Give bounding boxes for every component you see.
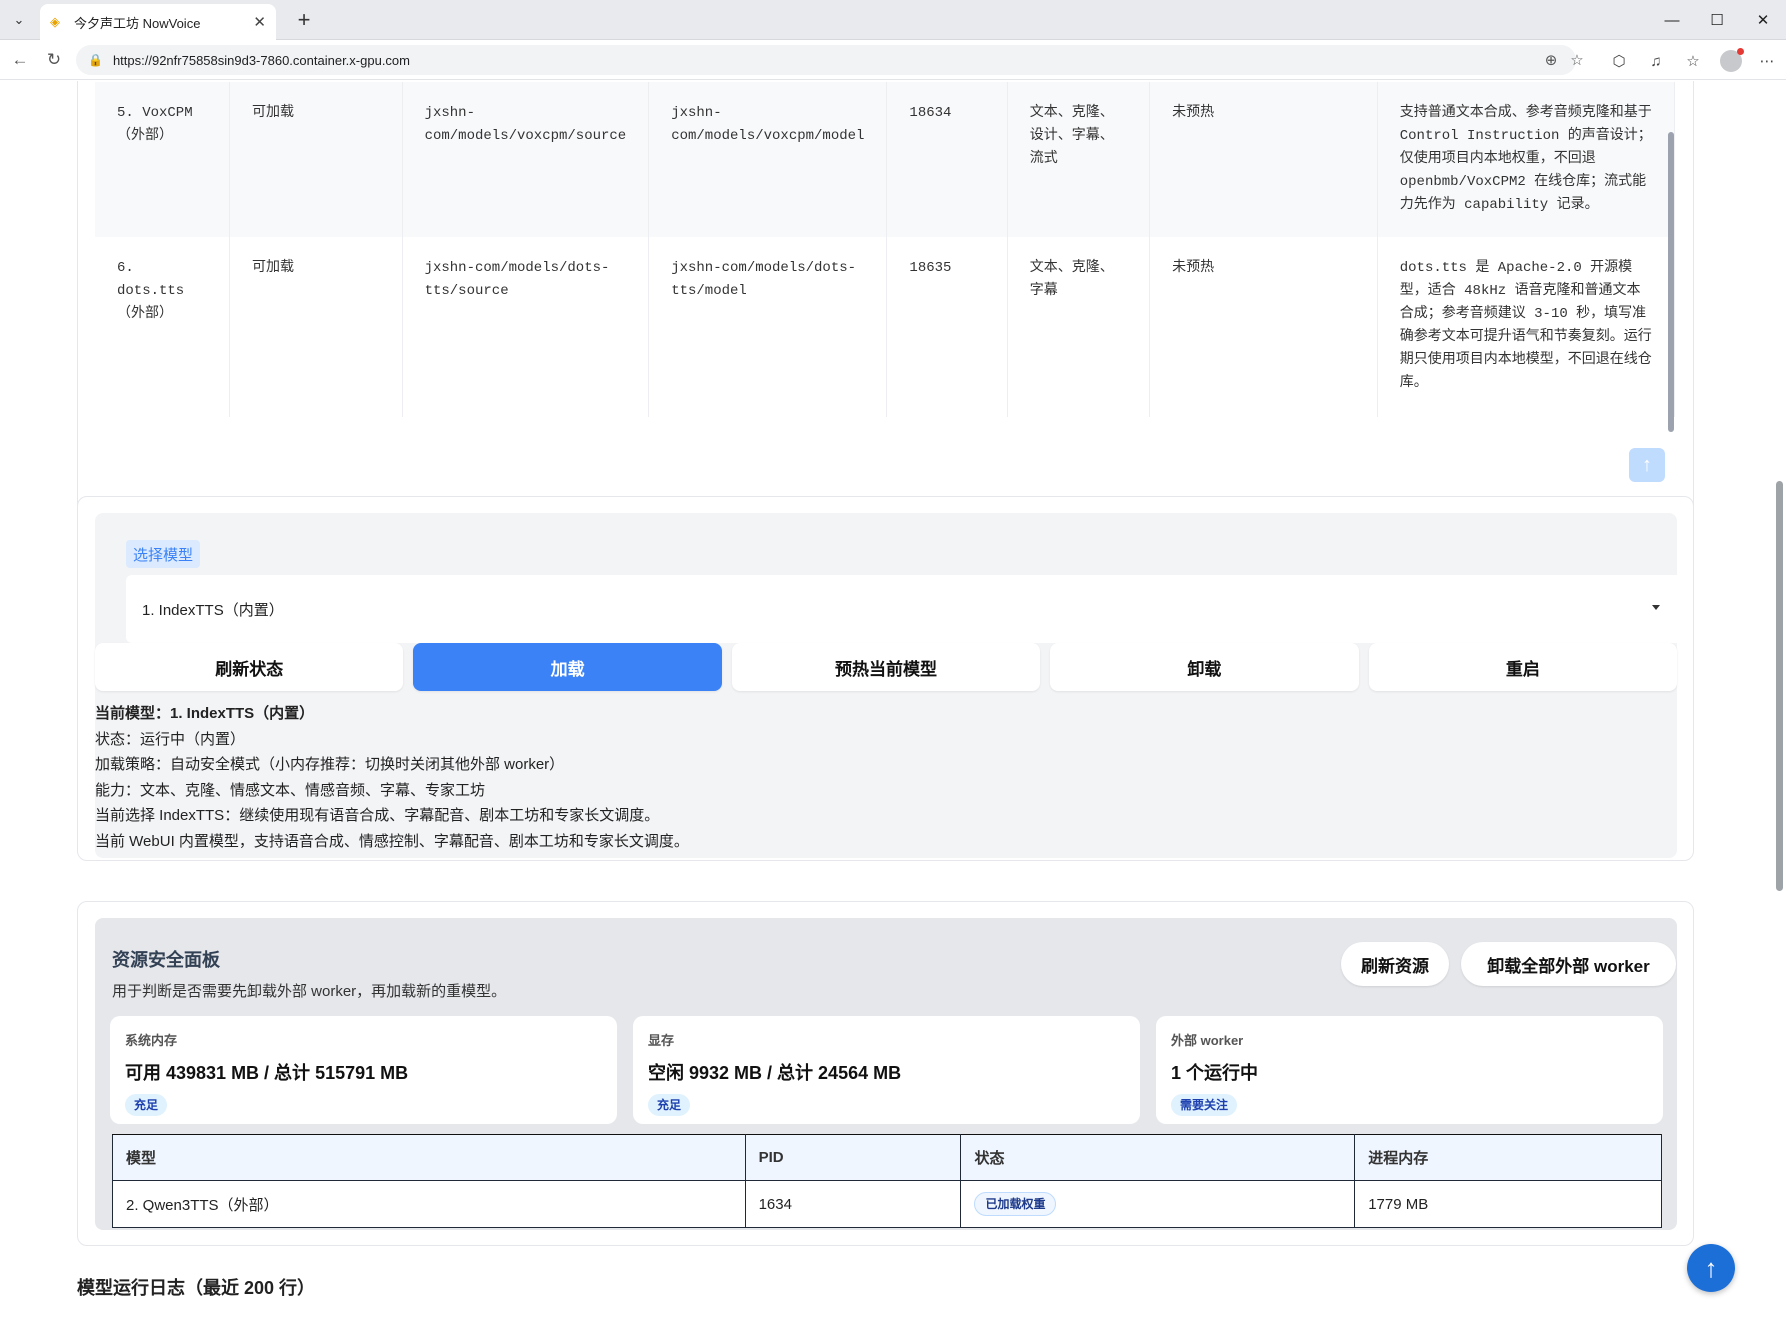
tab-title: 今夕声工坊 NowVoice [74,15,201,31]
more-menu-icon[interactable]: ⋯ [1754,48,1780,74]
model-port-cell: 18635 [886,237,1008,417]
column-header: 进程内存 [1354,1134,1662,1181]
column-header: 模型 [112,1134,746,1181]
page-viewport: 5. VoxCPM（外部） 可加载 jxshn-com/models/voxcp… [0,81,1786,1331]
system-memory-card: 系统内存 可用 439831 MB / 总计 515791 MB 充足 [110,1016,617,1124]
restart-button[interactable]: 重启 [1368,643,1678,691]
close-window-icon[interactable]: ✕ [1740,0,1786,40]
model-name-cell: 6. dots.tts（外部） [95,237,230,417]
nowvoice-icon: ◈ [50,14,60,29]
column-header: PID [744,1134,962,1181]
profile-avatar[interactable] [1718,48,1744,74]
arrow-up-icon[interactable]: ↑ [1629,448,1665,482]
model-capabilities-cell: 文本、克隆、字幕 [1007,237,1151,417]
model-table-scroll[interactable]: 5. VoxCPM（外部） 可加载 jxshn-com/models/voxcp… [95,82,1675,522]
table-row: 6. dots.tts（外部） 可加载 jxshn-com/models/dot… [95,237,1675,417]
lock-icon[interactable]: 🔒 [88,53,103,67]
model-info: 当前模型：1. IndexTTS（内置） 状态：运行中（内置） 加载策略：自动安… [95,701,689,854]
model-source-cell: jxshn-com/models/dots-tts/source [402,237,650,417]
worker-process-table: 模型 PID 状态 进程内存 2. Qwen3TTS（外部） 1634 已加载权… [112,1134,1662,1228]
load-strategy-text: 加载策略：自动安全模式（小内存推荐：切换时关闭其他外部 worker） [95,756,565,773]
model-action-buttons: 刷新状态 加载 预热当前模型 卸载 重启 [95,643,1678,691]
worker-status-cell: 已加载权重 [960,1180,1356,1228]
column-header: 状态 [960,1134,1356,1181]
minimize-icon[interactable]: — [1649,0,1695,40]
stat-label: 系统内存 [125,1033,178,1048]
close-tab-icon[interactable]: ✕ [253,13,266,31]
model-table-card: 5. VoxCPM（外部） 可加载 jxshn-com/models/voxcp… [77,81,1694,536]
table-row: 5. VoxCPM（外部） 可加载 jxshn-com/models/voxcp… [95,82,1675,237]
warmup-button[interactable]: 预热当前模型 [731,643,1041,691]
refresh-resources-button[interactable]: 刷新资源 [1341,942,1449,986]
status-badge: 充足 [125,1094,168,1116]
stat-label: 外部 worker [1171,1033,1244,1048]
status-badge: 已加载权重 [974,1192,1057,1216]
model-capabilities-cell: 文本、克隆、设计、字幕、流式 [1007,82,1151,237]
arrow-up-icon[interactable]: ↑ [1687,1244,1735,1292]
browser-tab-strip: ⌄ ◈ 今夕声工坊 NowVoice ✕ + — ☐ ✕ [0,0,1786,40]
capability-text: 能力：文本、克隆、情感文本、情感音频、字幕、专家工坊 [95,781,486,799]
model-table: 5. VoxCPM（外部） 可加载 jxshn-com/models/voxcp… [95,82,1675,417]
url-text: https://92nfr75858sin9d3-7860.container.… [112,52,410,68]
worker-model-cell: 2. Qwen3TTS（外部） [112,1180,746,1228]
model-status-text: 状态：运行中（内置） [95,730,246,748]
stat-value: 可用 439831 MB / 总计 515791 MB [125,1063,409,1083]
browser-essentials-icon[interactable]: ♫ [1643,48,1669,74]
resource-panel-card: 资源安全面板 用于判断是否需要先卸载外部 worker，再加载新的重模型。 刷新… [77,901,1694,1246]
model-path-cell: jxshn-com/models/voxcpm/model [648,82,888,237]
resource-panel-title: 资源安全面板 [112,950,220,970]
extensions-icon[interactable]: ⬡ [1606,48,1632,74]
model-status-cell: 可加载 [229,237,403,417]
model-select-value: 1. IndexTTS（内置） [142,601,284,619]
status-badge: 需要关注 [1171,1094,1238,1116]
arrow-left-icon[interactable]: ← [8,48,32,72]
table-row: 2. Qwen3TTS（外部） 1634 已加载权重 1779 MB [112,1180,1662,1228]
model-name-cell: 5. VoxCPM（外部） [95,82,230,237]
star-icon[interactable]: ☆ [1564,45,1590,75]
stat-label: 显存 [648,1033,675,1048]
model-warmup-cell: 未预热 [1149,237,1378,417]
new-tab-icon[interactable]: + [290,6,318,34]
model-source-cell: jxshn-com/models/voxcpm/source [402,82,650,237]
external-worker-card: 外部 worker 1 个运行中 需要关注 [1156,1016,1663,1124]
vram-card: 显存 空闲 9932 MB / 总计 24564 MB 充足 [633,1016,1140,1124]
worker-pid-cell: 1634 [744,1180,962,1228]
selection-text: 当前选择 IndexTTS：继续使用现有语音合成、字幕配音、剧本工坊和专家长文调… [95,807,660,824]
worker-memory-cell: 1779 MB [1354,1180,1662,1228]
current-model-text: 当前模型：1. IndexTTS（内置） [95,705,315,722]
status-badge: 充足 [648,1094,691,1116]
model-port-cell: 18634 [886,82,1008,237]
model-log-title: 模型运行日志（最近 200 行） [77,1278,316,1298]
chevron-down-icon [1652,605,1660,610]
unload-button[interactable]: 卸载 [1050,643,1359,691]
model-select-label: 选择模型 [126,540,201,568]
favorites-icon[interactable]: ☆ [1680,48,1706,74]
page-scrollbar[interactable] [1774,171,1784,1331]
url-field[interactable]: 🔒 https://92nfr75858sin9d3-7860.containe… [76,45,1584,75]
maximize-icon[interactable]: ☐ [1694,0,1740,40]
address-bar-row: ← ↻ 🔒 https://92nfr75858sin9d3-7860.cont… [0,40,1786,80]
model-path-cell: jxshn-com/models/dots-tts/model [648,237,888,417]
refresh-status-button[interactable]: 刷新状态 [95,643,404,691]
zoom-icon[interactable]: ⊕ [1538,45,1564,75]
model-notes-cell: 支持普通文本合成、参考音频克隆和基于 Control Instruction 的… [1377,82,1675,237]
stat-value: 1 个运行中 [1171,1063,1259,1083]
builtin-text: 当前 WebUI 内置模型，支持语音合成、情感控制、字幕配音、剧本工坊和专家长文… [95,832,689,850]
model-status-cell: 可加载 [229,82,403,237]
model-notes-cell: dots.tts 是 Apache-2.0 开源模型，适合 48kHz 语音克隆… [1377,237,1675,417]
resource-panel: 资源安全面板 用于判断是否需要先卸载外部 worker，再加载新的重模型。 刷新… [95,918,1677,1230]
reload-icon[interactable]: ↻ [42,48,66,72]
resource-panel-subtitle: 用于判断是否需要先卸载外部 worker，再加载新的重模型。 [112,983,507,1000]
unload-all-workers-button[interactable]: 卸载全部外部 worker [1461,942,1676,986]
model-select-dropdown[interactable]: 1. IndexTTS（内置） [126,575,1686,643]
table-vertical-scrollbar[interactable] [1667,82,1675,487]
table-header-row: 模型 PID 状态 进程内存 [112,1134,1662,1181]
stat-value: 空闲 9932 MB / 总计 24564 MB [648,1063,902,1083]
tab-actions-menu-icon[interactable]: ⌄ [6,7,32,33]
load-button[interactable]: 加载 [413,643,722,691]
model-warmup-cell: 未预热 [1149,82,1378,237]
browser-tab-active[interactable]: ◈ 今夕声工坊 NowVoice ✕ [40,4,276,40]
model-select-card: 选择模型 1. IndexTTS（内置） 刷新状态 加载 预热当前模型 卸载 重… [77,496,1694,861]
